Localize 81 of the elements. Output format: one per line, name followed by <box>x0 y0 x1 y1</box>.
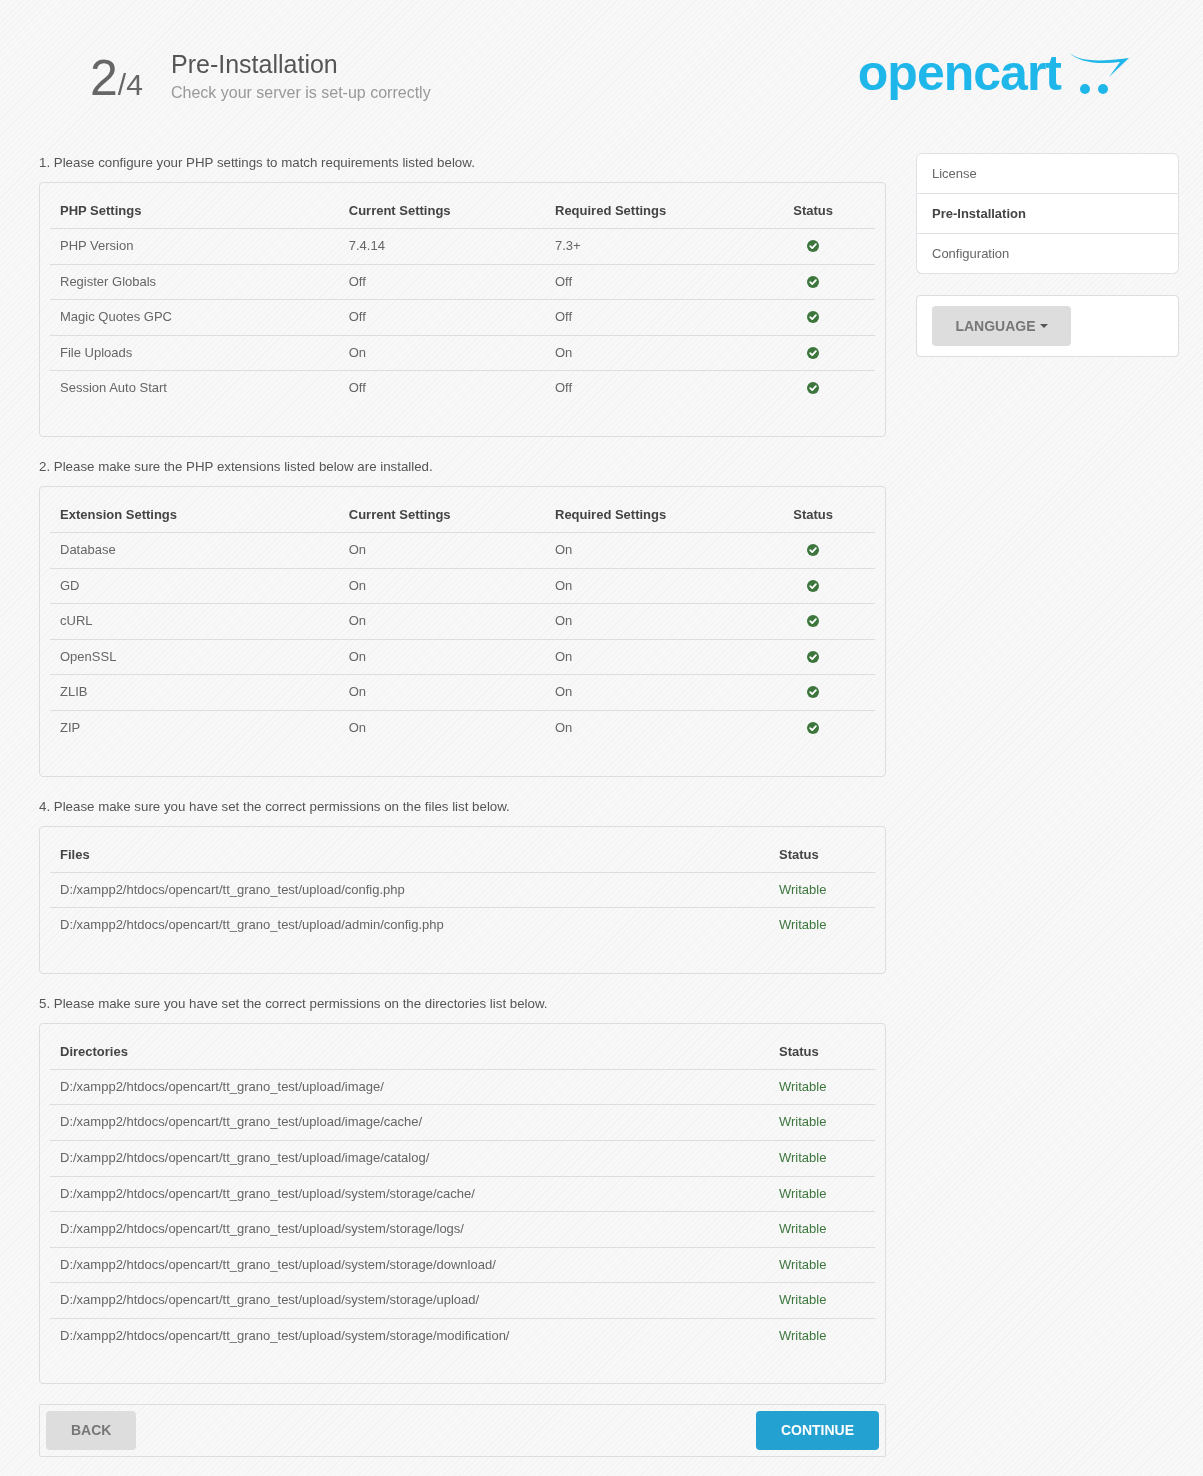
table-cell: Off <box>545 299 752 336</box>
column-header: Current Settings <box>338 496 545 533</box>
column-header: Required Settings <box>545 193 752 229</box>
table-cell: File Uploads <box>50 335 339 371</box>
status-cell: Writable <box>769 1211 875 1248</box>
table-cell: On <box>545 710 752 746</box>
table-cell: Magic Quotes GPC <box>50 299 339 336</box>
table-cell: GD <box>50 568 339 604</box>
step-number: 2 <box>90 53 118 103</box>
table-cell: Off <box>338 299 545 336</box>
section-instruction: 5. Please make sure you have set the correct permissions on the directories list below. <box>39 994 549 1013</box>
page-subtitle: Check your server is set-up correctly <box>171 83 431 103</box>
logo-text: opencart <box>857 48 1061 98</box>
table-cell: On <box>545 639 752 675</box>
table-cell: D:/xampp2/htdocs/opencart/tt_grano_test/upload/image/ <box>50 1069 769 1105</box>
status-cell: Writable <box>769 872 875 908</box>
table-cell: On <box>338 674 545 711</box>
table-cell: D:/xampp2/htdocs/opencart/tt_grano_test/upload/image/catalog/ <box>50 1140 769 1176</box>
table-cell: D:/xampp2/htdocs/opencart/tt_grano_test/upload/admin/config.php <box>50 907 769 943</box>
section-instruction: 1. Please configure your PHP settings to match requirements listed below. <box>39 154 476 172</box>
page-title: Pre-Installation <box>171 49 339 79</box>
step-item: Configuration <box>916 234 1179 274</box>
table-cell: D:/xampp2/htdocs/opencart/tt_grano_test/upload/system/storage/cache/ <box>50 1176 769 1212</box>
back-button[interactable]: BACK <box>46 1411 137 1451</box>
step-total: /4 <box>117 70 143 100</box>
table-cell: On <box>338 532 545 569</box>
table-cell: On <box>545 335 752 371</box>
table-cell: On <box>338 335 545 371</box>
column-header: Required Settings <box>545 496 752 533</box>
table-cell: D:/xampp2/htdocs/opencart/tt_grano_test/upload/system/storage/logs/ <box>50 1211 769 1248</box>
status-cell: Writable <box>769 1318 875 1354</box>
table-cell: Off <box>338 264 545 300</box>
table-cell: Off <box>545 370 752 406</box>
status-cell: Writable <box>769 1176 875 1212</box>
table-cell: On <box>545 674 752 711</box>
step-item: License <box>916 153 1179 194</box>
status-cell: Writable <box>769 907 875 943</box>
table-cell: Database <box>50 532 339 569</box>
column-header: Files <box>50 836 769 873</box>
table-cell: D:/xampp2/htdocs/opencart/tt_grano_test/upload/config.php <box>50 872 769 908</box>
column-header: Extension Settings <box>50 496 339 533</box>
status-cell: Writable <box>769 1069 875 1105</box>
table-cell: PHP Version <box>50 228 339 265</box>
status-cell: Writable <box>769 1247 875 1283</box>
table-cell: ZLIB <box>50 674 339 711</box>
section-instruction: 2. Please make sure the PHP extensions listed below are installed. <box>39 457 434 476</box>
column-header: Directories <box>50 1033 769 1070</box>
column-header: PHP Settings <box>50 193 339 229</box>
table-cell: On <box>338 568 545 604</box>
table-cell: D:/xampp2/htdocs/opencart/tt_grano_test/upload/system/storage/download/ <box>50 1247 769 1283</box>
table-cell: Session Auto Start <box>50 370 339 406</box>
column-header: Current Settings <box>338 193 545 229</box>
status-cell: Writable <box>769 1140 875 1176</box>
table-cell: D:/xampp2/htdocs/opencart/tt_grano_test/upload/system/storage/modification/ <box>50 1318 769 1354</box>
language-button[interactable]: LANGUAGE <box>932 306 1071 346</box>
table-cell: On <box>545 532 752 569</box>
table-cell: D:/xampp2/htdocs/opencart/tt_grano_test/upload/system/storage/upload/ <box>50 1282 769 1319</box>
table-cell: On <box>545 568 752 604</box>
step-item: Pre-Installation <box>916 194 1179 234</box>
table-cell: Off <box>338 370 545 406</box>
table-cell: On <box>338 639 545 675</box>
table-cell: On <box>545 603 752 640</box>
status-cell: Writable <box>769 1282 875 1319</box>
table-cell: 7.4.14 <box>338 228 545 265</box>
table-cell: Off <box>545 264 752 300</box>
table-cell: ZIP <box>50 710 339 746</box>
section-instruction: 4. Please make sure you have set the correct permissions on the files list below. <box>39 797 511 816</box>
status-cell: Writable <box>769 1104 875 1141</box>
column-header: Status <box>769 836 875 873</box>
column-header: Status <box>751 496 875 533</box>
table-cell: OpenSSL <box>50 639 339 675</box>
table-cell: 7.3+ <box>545 228 752 265</box>
table-cell: Register Globals <box>50 264 339 300</box>
table-cell: On <box>338 603 545 640</box>
continue-button[interactable]: CONTINUE <box>755 1411 879 1451</box>
caret-icon <box>1039 324 1048 328</box>
column-header: Status <box>751 193 875 229</box>
table-cell: On <box>338 710 545 746</box>
column-header: Status <box>769 1033 875 1070</box>
table-cell: D:/xampp2/htdocs/opencart/tt_grano_test/upload/image/cache/ <box>50 1104 769 1141</box>
table-cell: cURL <box>50 603 339 640</box>
